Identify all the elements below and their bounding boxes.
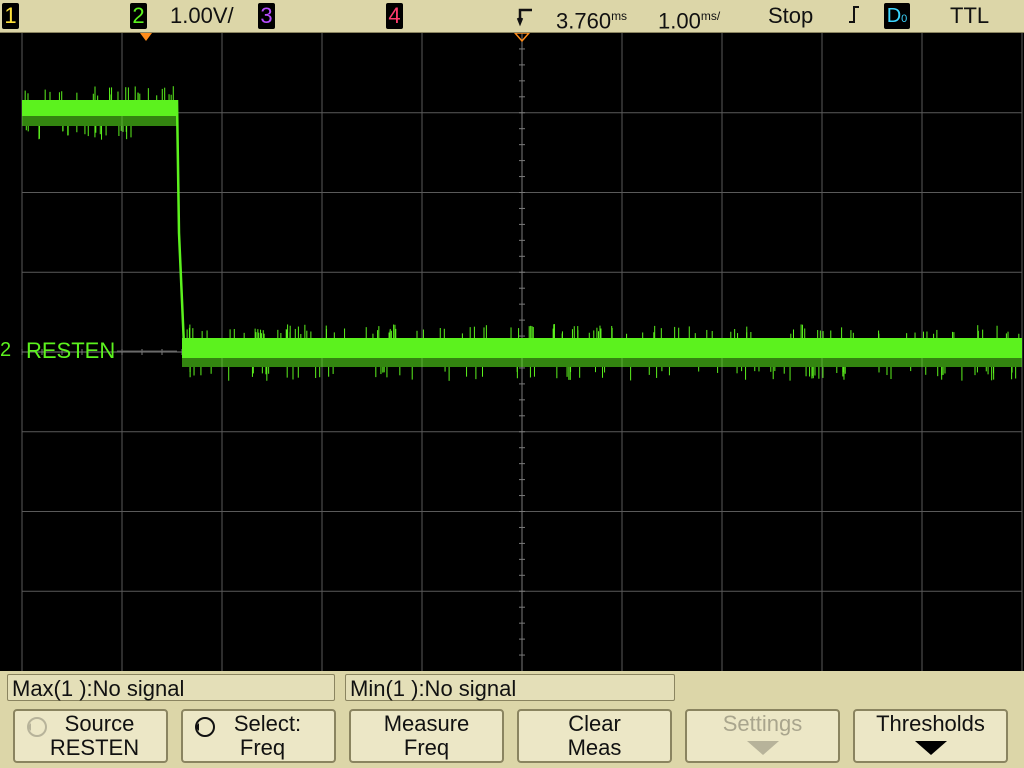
scope-grid [21, 33, 1023, 671]
measure-softkey-value: Freq [403, 735, 450, 760]
softkey-panel: Max(1 ):No signal Min(1 ):No signal Sour… [0, 671, 1024, 768]
select-softkey[interactable]: Select: Freq [181, 709, 336, 763]
arrow-down-icon [914, 741, 947, 755]
thresholds-softkey-label: Thresholds [876, 711, 985, 736]
clear-meas-softkey-value: Meas [567, 735, 622, 760]
settings-softkey[interactable]: Settings [685, 709, 840, 763]
run-state: Stop [768, 3, 814, 28]
channel-3-indicator[interactable]: 3 [258, 3, 275, 29]
measurement-max: Max(1 ):No signal [7, 674, 335, 701]
clear-meas-softkey-label: Clear [568, 711, 621, 736]
rotate-knob-icon [27, 717, 47, 737]
waveform-display[interactable]: 2 RESTEN [0, 33, 1024, 671]
trace-high-noise [22, 116, 177, 126]
measure-softkey-label: Measure [383, 711, 470, 736]
rotate-knob-icon [195, 717, 215, 737]
clear-meas-softkey[interactable]: Clear Meas [517, 709, 672, 763]
trace-falling-edge [175, 99, 191, 357]
channel-2-label: RESTEN [26, 338, 116, 363]
settings-softkey-label: Settings [722, 711, 803, 736]
trigger-source[interactable]: D0 [884, 3, 910, 29]
thresholds-softkey[interactable]: Thresholds [853, 709, 1008, 763]
channel-2-scale: 1.00V/ [170, 3, 234, 28]
channel-4-indicator[interactable]: 4 [386, 3, 403, 29]
status-bar: 1 2 1.00V/ 3 4 3.760ms 1.00ms/ Stop D0 T… [0, 0, 1024, 33]
measure-softkey[interactable]: Measure Freq [349, 709, 504, 763]
trigger-point-marker [140, 33, 152, 41]
channel-1-indicator[interactable]: 1 [2, 3, 19, 29]
trace-low-band [182, 338, 1022, 358]
source-softkey-value: RESTEN [49, 735, 140, 760]
trigger-edge-icon [846, 2, 862, 33]
trigger-position-icon [516, 2, 536, 36]
select-softkey-value: Freq [239, 735, 286, 760]
trigger-level: TTL [950, 3, 990, 28]
trace-high-band [22, 100, 177, 116]
channel-2-ground-marker: 2 [0, 339, 12, 361]
measurement-min: Min(1 ):No signal [345, 674, 675, 701]
source-softkey[interactable]: Source RESTEN [13, 709, 168, 763]
delay-value: 3.760ms [556, 8, 628, 34]
timebase-value: 1.00ms/ [658, 8, 721, 34]
channel-2-indicator[interactable]: 2 [130, 3, 147, 29]
trace-low-noise [182, 358, 1022, 367]
arrow-down-icon [746, 741, 779, 755]
